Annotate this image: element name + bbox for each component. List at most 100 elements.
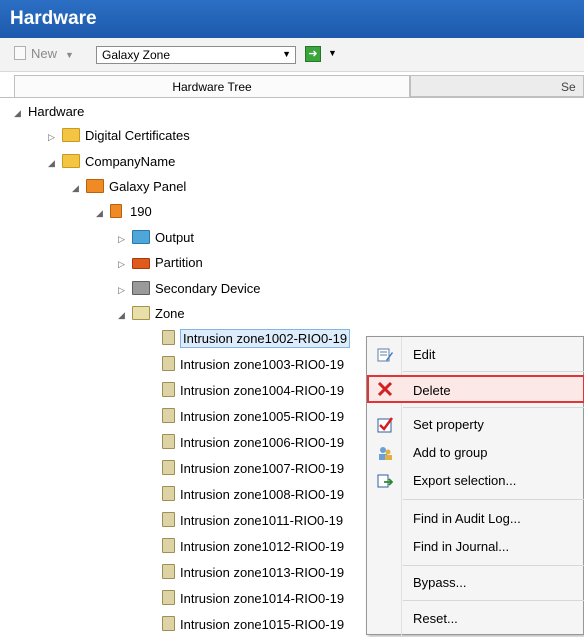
menu-label: Reset... bbox=[413, 611, 458, 626]
expanded-arrow-icon[interactable]: ◢ bbox=[72, 176, 86, 200]
type-combo-value: Galaxy Zone bbox=[102, 48, 171, 62]
edit-icon bbox=[377, 348, 393, 362]
menu-item-find-audit-log[interactable]: Find in Audit Log... bbox=[367, 505, 584, 533]
menu-label: Bypass... bbox=[413, 575, 467, 590]
zone-item-icon bbox=[162, 434, 175, 449]
tree-item-zone[interactable]: Intrusion zone1015-RIO0-19 bbox=[162, 613, 344, 637]
menu-item-find-journal[interactable]: Find in Journal... bbox=[367, 533, 584, 561]
expanded-arrow-icon[interactable]: ◢ bbox=[14, 101, 28, 125]
menu-label: Find in Audit Log... bbox=[413, 511, 521, 526]
new-label: New bbox=[31, 46, 58, 61]
tree-label: Intrusion zone1002-RIO0-19 bbox=[180, 329, 351, 348]
chevron-down-icon[interactable]: ▼ bbox=[65, 50, 74, 60]
export-icon bbox=[377, 474, 393, 488]
tree-node-zone[interactable]: ◢ Zone bbox=[118, 302, 185, 326]
chevron-down-icon[interactable]: ▼ bbox=[328, 48, 337, 58]
tree-node-190[interactable]: ◢ 190 bbox=[96, 200, 152, 224]
menu-label: Find in Journal... bbox=[413, 539, 510, 554]
tree-label: Intrusion zone1005-RIO0-19 bbox=[180, 409, 345, 424]
menu-item-set-property[interactable]: Set property bbox=[367, 411, 584, 439]
tree-item-zone[interactable]: Intrusion zone1013-RIO0-19 bbox=[162, 561, 344, 585]
menu-separator bbox=[403, 565, 584, 566]
menu-item-bypass[interactable]: Bypass... bbox=[367, 569, 584, 597]
tree-item-zone[interactable]: Intrusion zone1011-RIO0-19 bbox=[162, 509, 343, 533]
toolbar: New ▼ Galaxy Zone ▼ ➜ ▼ bbox=[0, 38, 584, 72]
tree-label: Intrusion zone1004-RIO0-19 bbox=[180, 383, 345, 398]
tree-item-zone[interactable]: Intrusion zone1006-RIO0-19 bbox=[162, 431, 344, 455]
menu-item-add-to-group[interactable]: Add to group bbox=[367, 439, 584, 467]
tab-hardware-tree[interactable]: Hardware Tree bbox=[14, 75, 410, 97]
zone-icon bbox=[132, 306, 150, 320]
tree-label: Digital Certificates bbox=[85, 128, 190, 143]
menu-item-reset[interactable]: Reset... bbox=[367, 605, 584, 633]
zone-item-icon bbox=[162, 590, 175, 605]
menu-label: Set property bbox=[413, 417, 484, 432]
zone-item-icon bbox=[162, 356, 175, 371]
menu-separator bbox=[403, 371, 584, 372]
tree-item-zone[interactable]: Intrusion zone1012-RIO0-19 bbox=[162, 535, 344, 559]
tree-label: Secondary Device bbox=[155, 281, 261, 296]
menu-item-delete[interactable]: Delete bbox=[367, 375, 584, 403]
collapsed-arrow-icon[interactable]: ▷ bbox=[48, 125, 62, 149]
new-button[interactable]: New ▼ bbox=[14, 46, 74, 61]
go-button[interactable]: ➜ bbox=[305, 46, 321, 62]
collapsed-arrow-icon[interactable]: ▷ bbox=[118, 252, 132, 276]
tree-item-zone[interactable]: Intrusion zone1004-RIO0-19 bbox=[162, 379, 344, 403]
tree-label: CompanyName bbox=[85, 154, 176, 169]
checkbox-icon bbox=[377, 417, 393, 433]
tree-node-hardware[interactable]: ◢ Hardware bbox=[14, 100, 84, 124]
secondary-device-icon bbox=[132, 281, 150, 295]
tree-label: Intrusion zone1013-RIO0-19 bbox=[180, 565, 345, 580]
new-icon bbox=[14, 46, 26, 60]
context-menu: Edit Delete Set property Add to group Ex… bbox=[366, 336, 584, 636]
expanded-arrow-icon[interactable]: ◢ bbox=[48, 151, 62, 175]
tree-node-company[interactable]: ◢ CompanyName bbox=[48, 150, 175, 174]
menu-separator bbox=[403, 499, 584, 500]
tree-label: Intrusion zone1003-RIO0-19 bbox=[180, 357, 345, 372]
zone-item-icon bbox=[162, 616, 175, 631]
tree-item-zone[interactable]: Intrusion zone1007-RIO0-19 bbox=[162, 457, 344, 481]
tree-label: Intrusion zone1015-RIO0-19 bbox=[180, 617, 345, 632]
tree-node-galaxy-panel[interactable]: ◢ Galaxy Panel bbox=[72, 175, 186, 199]
collapsed-arrow-icon[interactable]: ▷ bbox=[118, 278, 132, 302]
menu-item-export-selection[interactable]: Export selection... bbox=[367, 467, 584, 495]
zone-item-icon bbox=[162, 486, 175, 501]
tree-item-zone[interactable]: Intrusion zone1005-RIO0-19 bbox=[162, 405, 344, 429]
zone-item-icon bbox=[162, 460, 175, 475]
expanded-arrow-icon[interactable]: ◢ bbox=[118, 303, 132, 327]
menu-item-edit[interactable]: Edit bbox=[367, 341, 584, 369]
tree-label: Output bbox=[155, 230, 195, 245]
zone-item-icon bbox=[162, 512, 175, 527]
tree-item-zone[interactable]: Intrusion zone1014-RIO0-19 bbox=[162, 587, 344, 611]
zone-item-icon bbox=[162, 564, 175, 579]
menu-label: Edit bbox=[413, 347, 436, 362]
menu-separator bbox=[403, 407, 584, 408]
menu-label: Delete bbox=[413, 383, 451, 398]
tree-node-secondary-device[interactable]: ▷ Secondary Device bbox=[118, 277, 261, 301]
partition-icon bbox=[132, 258, 150, 269]
zone-item-icon bbox=[162, 408, 175, 423]
tree-node-output[interactable]: ▷ Output bbox=[118, 226, 194, 250]
collapsed-arrow-icon[interactable]: ▷ bbox=[118, 227, 132, 251]
tab-bar: Hardware Tree Se bbox=[0, 75, 584, 98]
expanded-arrow-icon[interactable]: ◢ bbox=[96, 201, 110, 225]
chevron-down-icon[interactable]: ▼ bbox=[282, 49, 291, 59]
tree-label: Intrusion zone1008-RIO0-19 bbox=[180, 487, 345, 502]
delete-icon bbox=[377, 381, 393, 397]
tree-label: Partition bbox=[155, 255, 203, 270]
type-combo[interactable]: Galaxy Zone ▼ bbox=[96, 46, 296, 64]
tree-label: Intrusion zone1007-RIO0-19 bbox=[180, 461, 345, 476]
tree-node-digital-certificates[interactable]: ▷ Digital Certificates bbox=[48, 124, 190, 148]
tree-node-partition[interactable]: ▷ Partition bbox=[118, 251, 203, 275]
go-arrow-icon: ➜ bbox=[308, 48, 318, 60]
tree-item-zone[interactable]: Intrusion zone1002-RIO0-19 bbox=[162, 327, 351, 351]
tree-item-zone[interactable]: Intrusion zone1008-RIO0-19 bbox=[162, 483, 344, 507]
output-icon bbox=[132, 230, 150, 244]
tree-label: 190 bbox=[130, 204, 152, 219]
tree-item-zone[interactable]: Intrusion zone1003-RIO0-19 bbox=[162, 353, 344, 377]
tab-search[interactable]: Se bbox=[410, 75, 584, 97]
tree-label: Zone bbox=[155, 306, 185, 321]
device-icon bbox=[110, 204, 122, 218]
tree-label: Hardware bbox=[28, 104, 85, 119]
tree-label: Intrusion zone1011-RIO0-19 bbox=[180, 513, 344, 528]
